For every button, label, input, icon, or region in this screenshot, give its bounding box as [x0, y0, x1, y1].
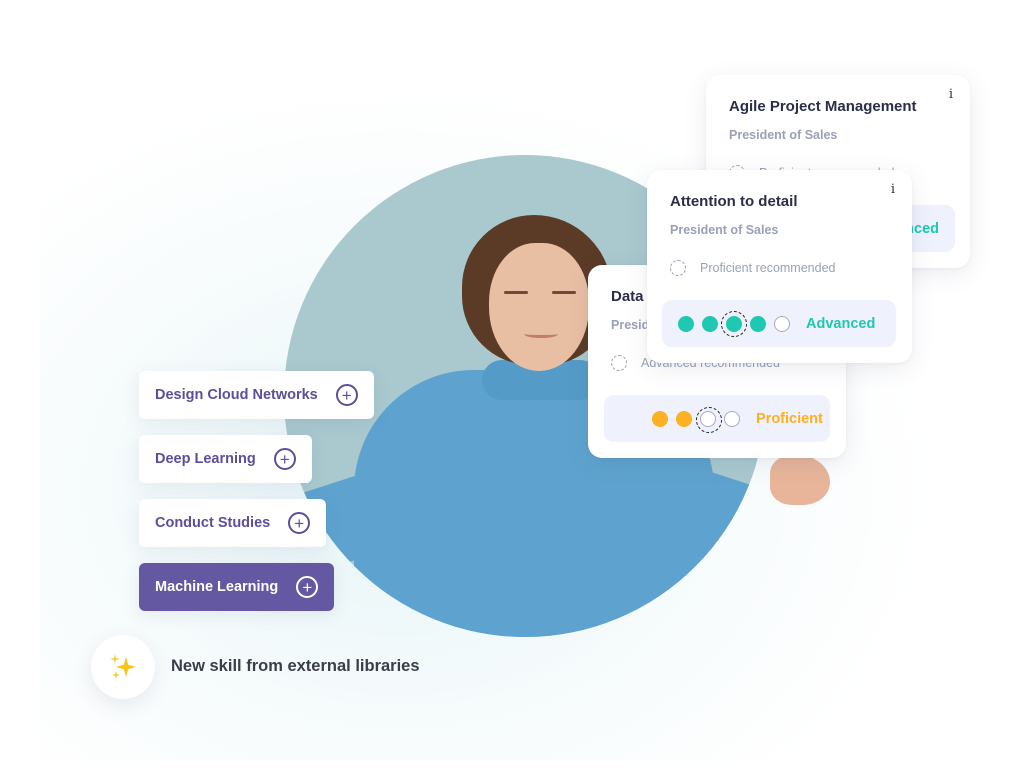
level-dot-target [721, 310, 747, 337]
dashed-circle-icon [611, 355, 627, 371]
closed-eye-left [504, 291, 528, 294]
plus-circle-icon[interactable]: + [288, 512, 311, 534]
new-skill-caption: New skill from external libraries [171, 657, 420, 675]
chip-label: Design Cloud Networks [155, 387, 318, 403]
dashed-circle-icon [670, 260, 686, 276]
info-icon[interactable]: i [949, 87, 953, 102]
level-dot-filled [678, 315, 694, 332]
chip-label: Conduct Studies [155, 515, 271, 531]
level-label: Advanced [806, 315, 876, 332]
right-hand [770, 455, 830, 505]
chip-label: Deep Learning [155, 451, 256, 467]
skill-chip-machine-learning[interactable]: Machine Learning + [139, 563, 335, 611]
smile [524, 330, 558, 338]
skill-card-attention[interactable]: Attention to detail i President of Sales… [647, 170, 912, 363]
level-dot-filled [750, 315, 766, 332]
sparkles-badge [91, 635, 155, 699]
card-title: Data [611, 288, 644, 305]
face [489, 243, 589, 371]
level-dot-target [696, 406, 722, 433]
level-dot-filled [702, 315, 718, 332]
skill-chip-conduct-studies[interactable]: Conduct Studies + [139, 499, 327, 547]
card-role: President of Sales [729, 128, 838, 142]
closed-eye-right [552, 291, 576, 294]
info-icon[interactable]: i [891, 182, 895, 197]
card-title: Attention to detail [670, 193, 798, 210]
card-title: Agile Project Management [729, 98, 917, 115]
recommendation-text: Proficient recommended [700, 261, 836, 275]
plus-circle-icon[interactable]: + [273, 448, 296, 470]
level-indicator[interactable]: Advanced [662, 300, 896, 347]
card-role: President of Sales [670, 223, 779, 237]
level-dot-filled [676, 410, 692, 427]
level-label: Proficient [756, 410, 823, 427]
level-dot-empty [774, 315, 790, 332]
plus-circle-icon[interactable]: + [296, 576, 319, 598]
recommendation: Proficient recommended [670, 260, 835, 276]
skill-chip-deep-learning[interactable]: Deep Learning + [139, 435, 312, 483]
plus-circle-icon[interactable]: + [335, 384, 358, 406]
level-dot-filled [652, 410, 668, 427]
level-indicator[interactable]: Proficient [604, 395, 830, 442]
chip-label: Machine Learning [155, 579, 279, 595]
sparkles-icon [110, 654, 136, 679]
skill-chip-design-cloud-networks[interactable]: Design Cloud Networks + [139, 371, 374, 419]
level-dot-empty [724, 410, 740, 427]
